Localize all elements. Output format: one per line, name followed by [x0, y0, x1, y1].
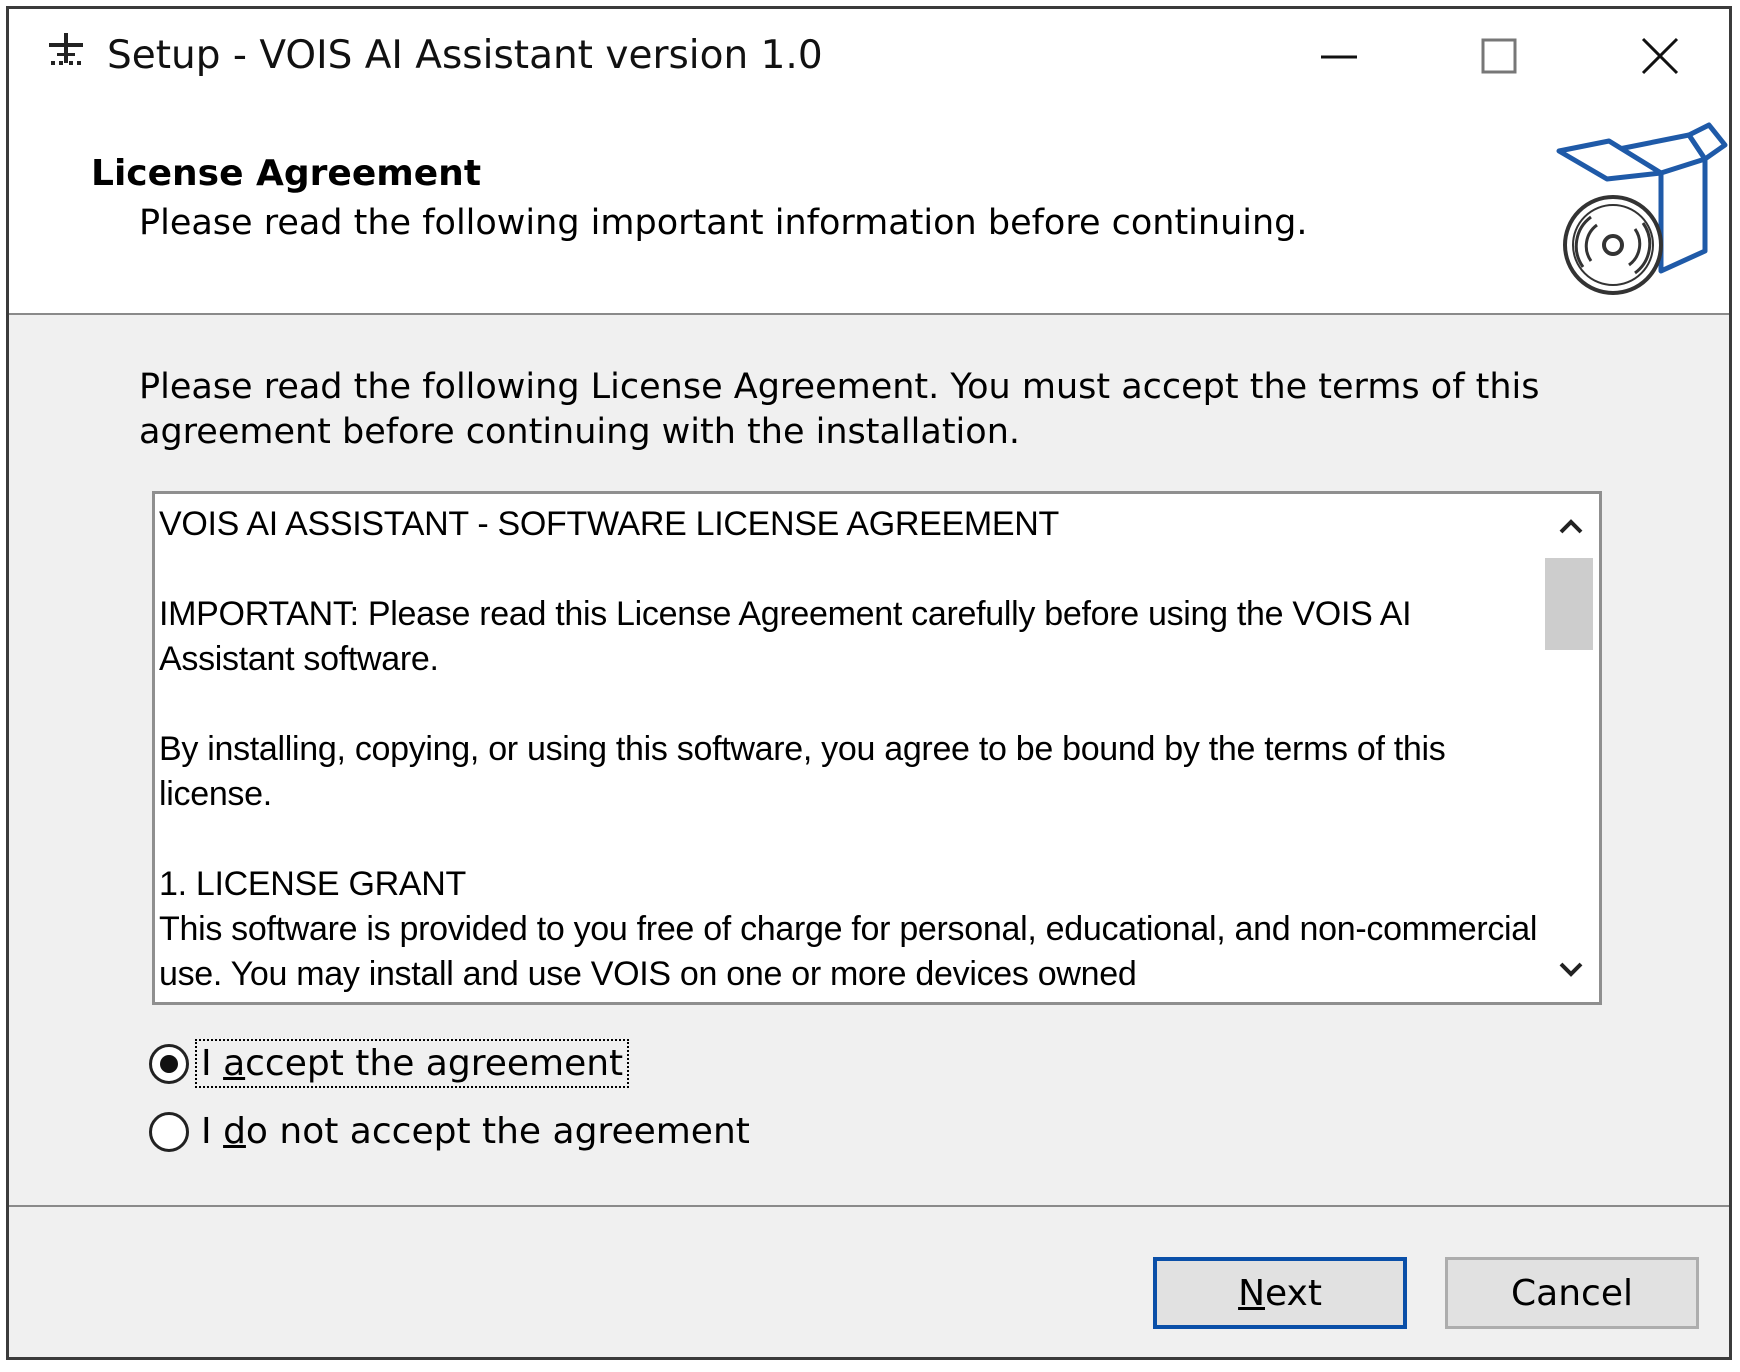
maximize-button[interactable]: [1459, 27, 1539, 87]
setup-icon: [45, 31, 87, 75]
page-subtitle: Please read the following important info…: [139, 203, 1308, 243]
accept-label[interactable]: I accept the agreement: [194, 1039, 630, 1088]
decline-radio[interactable]: [149, 1111, 189, 1152]
title-bar[interactable]: Setup - VOIS AI Assistant version 1.0: [9, 9, 1729, 105]
license-text: VOIS AI ASSISTANT - SOFTWARE LICENSE AGR…: [159, 505, 1538, 993]
next-accesskey: N: [1238, 1272, 1265, 1314]
intro-text: Please read the following License Agreem…: [139, 367, 1540, 452]
chevron-down-icon: [1559, 962, 1583, 977]
license-scrollbar[interactable]: [1543, 494, 1599, 1002]
installer-box-icon: [1549, 121, 1729, 301]
scroll-down-button[interactable]: [1549, 948, 1593, 992]
maximize-icon: [1481, 38, 1517, 74]
next-button[interactable]: Next: [1153, 1257, 1407, 1329]
cancel-button[interactable]: Cancel: [1445, 1257, 1699, 1329]
setup-window: Setup - VOIS AI Assistant version 1.0 Li…: [6, 6, 1732, 1360]
close-icon: [1641, 37, 1679, 75]
accept-option[interactable]: I accept the agreement: [149, 1039, 630, 1088]
decline-option[interactable]: I do not accept the agreement: [149, 1109, 754, 1154]
scroll-up-button[interactable]: [1549, 504, 1593, 548]
decline-label[interactable]: I do not accept the agreement: [197, 1109, 754, 1154]
accept-label-accesskey: a: [223, 1043, 246, 1084]
accept-label-rest: ccept the agreement: [245, 1043, 624, 1084]
minimize-icon: [1321, 55, 1357, 59]
content-panel: Please read the following License Agreem…: [9, 315, 1729, 1205]
scrollbar-thumb[interactable]: [1545, 558, 1593, 650]
next-label: ext: [1265, 1272, 1322, 1314]
close-button[interactable]: [1621, 27, 1701, 87]
accept-label-prefix: I: [201, 1043, 224, 1084]
decline-label-accesskey: d: [223, 1111, 246, 1152]
license-textbox[interactable]: VOIS AI ASSISTANT - SOFTWARE LICENSE AGR…: [152, 491, 1602, 1005]
button-bar: Next Cancel: [9, 1205, 1729, 1357]
page-header: License Agreement Please read the follow…: [9, 105, 1729, 315]
page-title: License Agreement: [91, 153, 482, 194]
decline-label-prefix: I: [201, 1111, 224, 1152]
chevron-up-icon: [1559, 519, 1583, 534]
accept-radio[interactable]: [149, 1043, 189, 1084]
window-title: Setup - VOIS AI Assistant version 1.0: [107, 33, 823, 78]
decline-label-rest: o not accept the agreement: [245, 1111, 750, 1152]
minimize-button[interactable]: [1299, 27, 1379, 87]
